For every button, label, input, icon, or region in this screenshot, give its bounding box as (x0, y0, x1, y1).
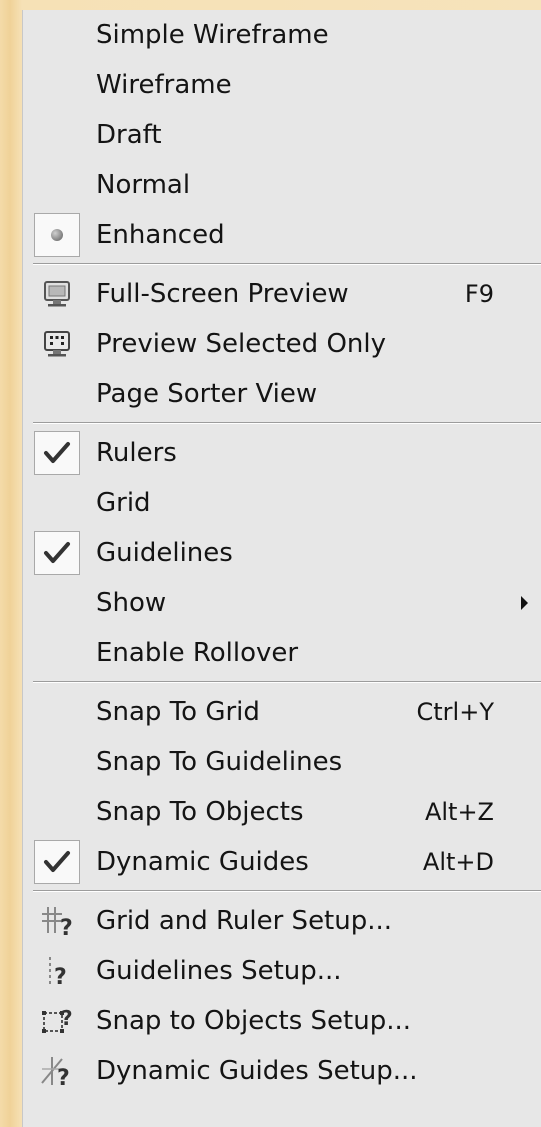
menu-item-label: Full-Screen Preview (96, 279, 349, 309)
checkmark-icon (34, 531, 80, 575)
menu-item-label: Draft (96, 120, 162, 150)
menu-item-draft[interactable]: Draft (23, 110, 541, 160)
menu-item-label: Enhanced (96, 220, 225, 250)
menu-separator (23, 419, 541, 428)
svg-text:?: ? (61, 1006, 73, 1030)
menu-item-dynamic-guides[interactable]: Dynamic Guides Alt+D (23, 837, 541, 887)
checkmark-icon (34, 431, 80, 475)
menu-item-enable-rollover[interactable]: Enable Rollover (23, 628, 541, 678)
shortcut-label: Alt+D (422, 848, 494, 876)
menu-item-grid[interactable]: Grid (23, 478, 541, 528)
menu-item-snap-to-grid[interactable]: Snap To Grid Ctrl+Y (23, 687, 541, 737)
shortcut-label: F9 (464, 280, 494, 308)
menu-item-label: Show (96, 588, 167, 618)
menu-item-guidelines-setup[interactable]: ? Guidelines Setup... (23, 946, 541, 996)
menu-separator (23, 260, 541, 269)
menu-item-rulers[interactable]: Rulers (23, 428, 541, 478)
menu-item-label: Preview Selected Only (96, 329, 386, 359)
menu-item-snap-to-guidelines[interactable]: Snap To Guidelines (23, 737, 541, 787)
preview-selected-icon (34, 322, 80, 366)
menu-item-label: Snap To Guidelines (96, 747, 343, 777)
svg-text:?: ? (57, 1066, 70, 1087)
svg-text:?: ? (60, 916, 73, 937)
menu-item-grid-ruler-setup[interactable]: ? Grid and Ruler Setup... (23, 896, 541, 946)
menu-separator (23, 887, 541, 896)
menu-item-full-screen-preview[interactable]: Full-Screen Preview F9 (23, 269, 541, 319)
menu-item-guidelines[interactable]: Guidelines (23, 528, 541, 578)
menu-item-normal[interactable]: Normal (23, 160, 541, 210)
menu-item-snap-objects-setup[interactable]: ? Snap to Objects Setup... (23, 996, 541, 1046)
svg-text:?: ? (54, 965, 67, 987)
menu-item-label: Grid and Ruler Setup... (96, 906, 393, 936)
snap-objects-setup-icon: ? (34, 999, 80, 1043)
dynamic-guides-setup-icon: ? (34, 1049, 80, 1093)
submenu-arrow-icon (521, 596, 528, 610)
menu-item-wireframe[interactable]: Wireframe (23, 60, 541, 110)
view-menu: Simple Wireframe Wireframe Draft Normal … (22, 10, 541, 1127)
menu-item-label: Rulers (96, 438, 177, 468)
menu-item-label: Normal (96, 170, 191, 200)
menu-item-label: Guidelines (96, 538, 233, 568)
menu-item-label: Simple Wireframe (96, 20, 329, 50)
menu-item-label: Dynamic Guides (96, 847, 309, 877)
menu-item-label: Snap To Grid (96, 697, 260, 727)
full-screen-preview-icon (34, 272, 80, 316)
menu-item-label: Guidelines Setup... (96, 956, 342, 986)
menu-item-simple-wireframe[interactable]: Simple Wireframe (23, 10, 541, 60)
grid-ruler-setup-icon: ? (34, 899, 80, 943)
checkmark-icon (34, 840, 80, 884)
menu-item-label: Grid (96, 488, 151, 518)
guidelines-setup-icon: ? (34, 949, 80, 993)
menu-separator (23, 678, 541, 687)
menu-item-snap-to-objects[interactable]: Snap To Objects Alt+Z (23, 787, 541, 837)
menu-item-label: Dynamic Guides Setup... (96, 1056, 418, 1086)
shortcut-label: Ctrl+Y (416, 698, 494, 726)
menu-item-label: Wireframe (96, 70, 232, 100)
menu-item-enhanced[interactable]: Enhanced (23, 210, 541, 260)
menu-item-label: Snap to Objects Setup... (96, 1006, 412, 1036)
menu-item-show-submenu[interactable]: Show (23, 578, 541, 628)
menu-item-label: Snap To Objects (96, 797, 304, 827)
radio-selected-icon (34, 213, 80, 257)
menu-item-page-sorter-view[interactable]: Page Sorter View (23, 369, 541, 419)
menu-item-label: Enable Rollover (96, 638, 299, 668)
shortcut-label: Alt+Z (424, 798, 494, 826)
menu-item-dynamic-guides-setup[interactable]: ? Dynamic Guides Setup... (23, 1046, 541, 1096)
menu-item-preview-selected-only[interactable]: Preview Selected Only (23, 319, 541, 369)
menu-item-label: Page Sorter View (96, 379, 318, 409)
